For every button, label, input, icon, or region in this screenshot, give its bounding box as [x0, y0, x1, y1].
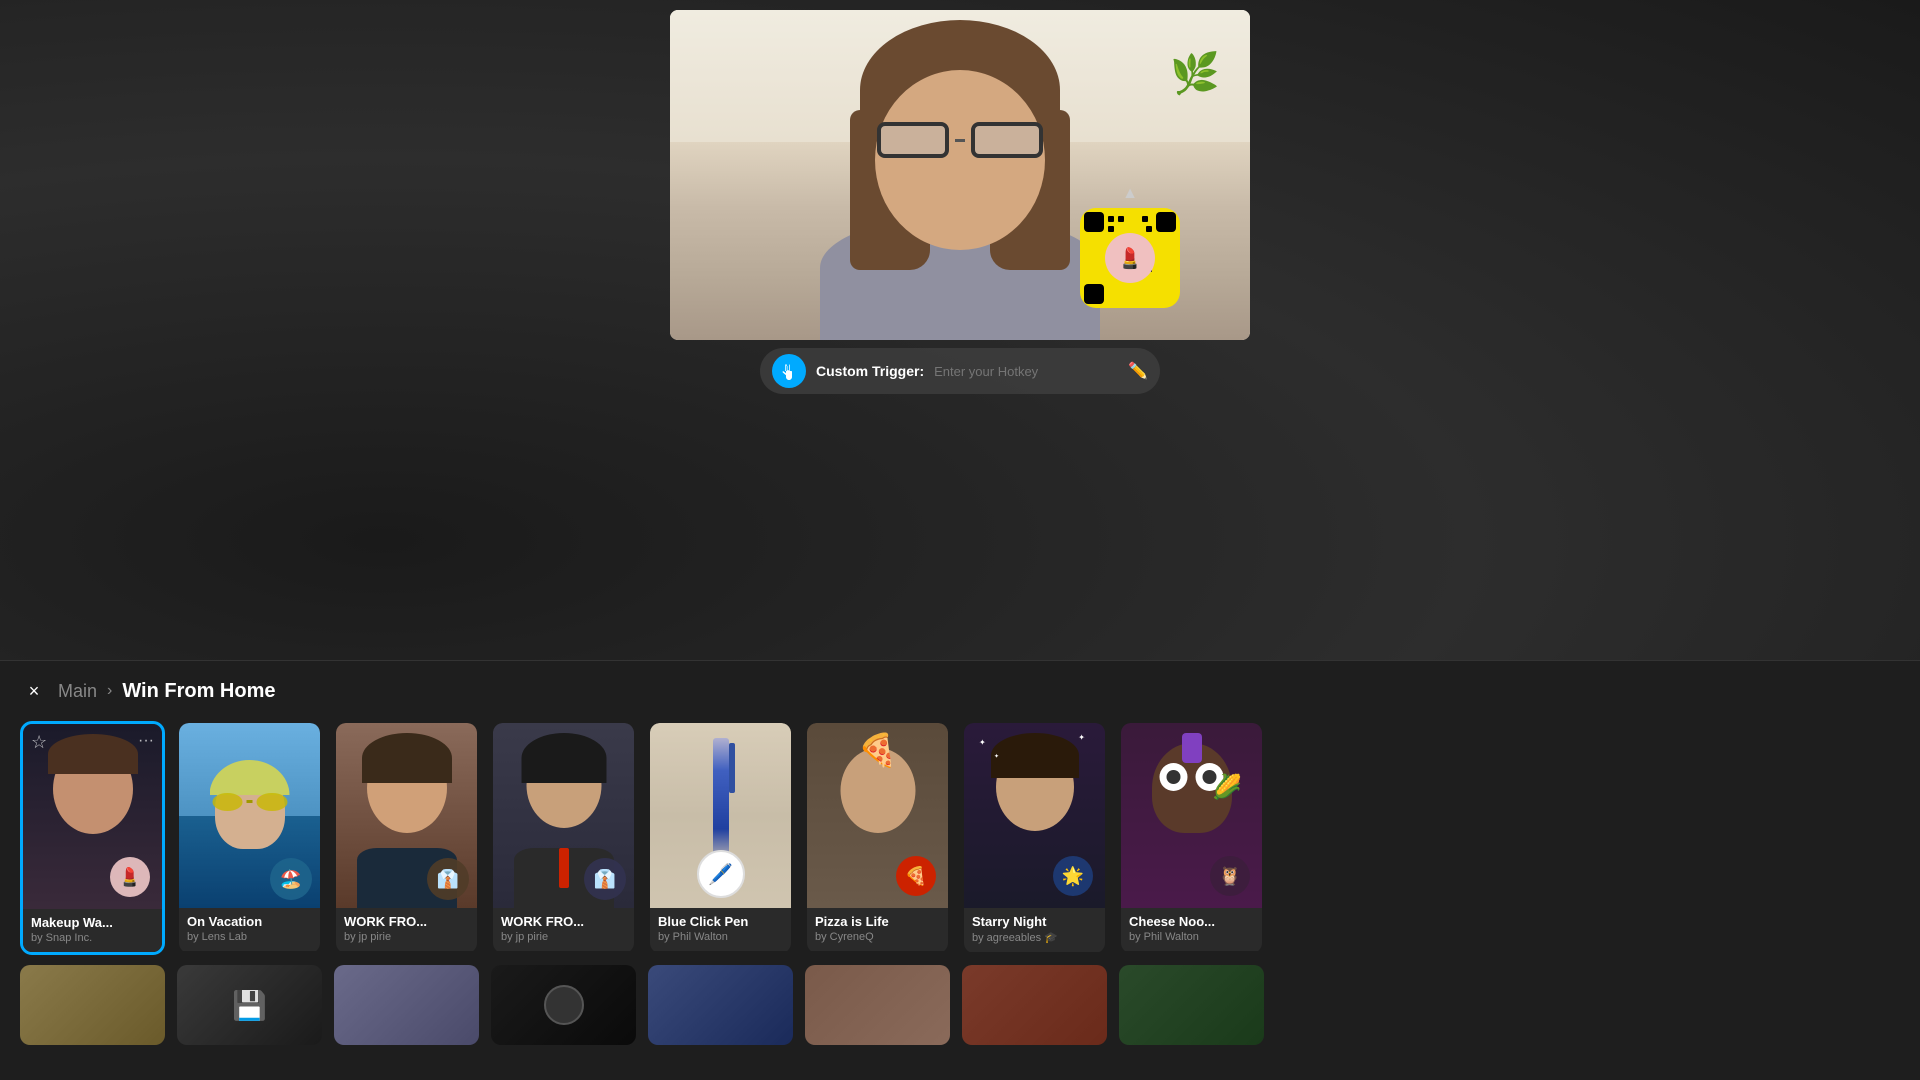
- breadcrumb-arrow-icon: ›: [107, 682, 112, 700]
- lens-author-vacation: by Lens Lab: [187, 931, 312, 943]
- lens-thumb-cheese: 🌽 🦉: [1121, 723, 1262, 908]
- lens-author-starry: by agreeables 🎓: [972, 931, 1097, 944]
- lens-thumb-work2: 👔: [493, 723, 634, 908]
- lens-info-pizza: Pizza is Life by CyreneQ: [807, 908, 948, 951]
- lens-thumb-pizza: 🍕 🍕: [807, 723, 948, 908]
- lens-card-pen[interactable]: 🖊️ Blue Click Pen by Phil Walton: [648, 721, 793, 955]
- lens-info-pen: Blue Click Pen by Phil Walton: [650, 908, 791, 951]
- lens-card-work2[interactable]: 👔 WORK FRO... by jp pirie: [491, 721, 636, 955]
- lens-info-cheese: Cheese Noo... by Phil Walton: [1121, 908, 1262, 951]
- starry-icon: 🌟: [1053, 856, 1093, 896]
- lens-thumb-vacation: 🏖️: [179, 723, 320, 908]
- lens-thumb-makeup: 💄 ☆ ···: [23, 724, 162, 909]
- lens-name-work1: WORK FRO...: [344, 914, 469, 929]
- close-button[interactable]: ×: [20, 677, 48, 705]
- lens-info-vacation: On Vacation by Lens Lab: [179, 908, 320, 951]
- lens-author-work1: by jp pirie: [344, 931, 469, 943]
- lens-name-work2: WORK FRO...: [501, 914, 626, 929]
- lens-info-work1: WORK FRO... by jp pirie: [336, 908, 477, 951]
- owl-icon: 🦉: [1210, 856, 1250, 896]
- lens-author-pizza: by CyreneQ: [815, 931, 940, 943]
- snapcode[interactable]: 💄: [1080, 208, 1180, 308]
- lens-author-cheese: by Phil Walton: [1129, 931, 1254, 943]
- lens-card-row2-1[interactable]: [20, 965, 165, 1045]
- lens-thumb-work1: 👔: [336, 723, 477, 908]
- lens-card-row2-7[interactable]: [962, 965, 1107, 1045]
- lens-grid-row1: 💄 ☆ ··· Makeup Wa... by Snap Inc.: [20, 721, 1900, 955]
- lens-name: Makeup Wa...: [31, 915, 154, 930]
- lipstick-overlay-icon: 💄: [110, 857, 150, 897]
- hand-icon: [780, 362, 798, 380]
- lens-card-cheese[interactable]: 🌽 🦉 Cheese Noo... by Phil Walton: [1119, 721, 1264, 955]
- breadcrumb-main[interactable]: Main: [58, 681, 97, 702]
- lens-card-row2-3[interactable]: [334, 965, 479, 1045]
- star-icon[interactable]: ☆: [31, 732, 47, 753]
- snapcode-container[interactable]: ▲ 💄: [1075, 185, 1185, 325]
- lens-name-pizza: Pizza is Life: [815, 914, 940, 929]
- lens-thumb-pen: 🖊️: [650, 723, 791, 908]
- lens-card-starry[interactable]: ✦ ✦ ✦ 🌟 Starry Night by agreeables 🎓: [962, 721, 1107, 955]
- lens-author-pen: by Phil Walton: [658, 931, 783, 943]
- lens-thumb-starry: ✦ ✦ ✦ 🌟: [964, 723, 1105, 908]
- lens-info-makeup: Makeup Wa... by Snap Inc.: [23, 909, 162, 952]
- breadcrumb: × Main › Win From Home: [20, 677, 1900, 705]
- edit-icon[interactable]: ✏️: [1128, 361, 1148, 381]
- lens-card-row2-4[interactable]: [491, 965, 636, 1045]
- lens-card-row2-8[interactable]: [1119, 965, 1264, 1045]
- lens-grid-row2: 💾: [20, 965, 1900, 1045]
- trigger-hotkey-input[interactable]: [934, 364, 1118, 379]
- lens-info-work2: WORK FRO... by jp pirie: [493, 908, 634, 951]
- snapcode-arrow-icon: ▲: [1122, 185, 1138, 203]
- lens-card-pizza[interactable]: 🍕 🍕 Pizza is Life by CyreneQ: [805, 721, 950, 955]
- lens-card-vacation[interactable]: 🏖️ On Vacation by Lens Lab: [177, 721, 322, 955]
- lens-name-vacation: On Vacation: [187, 914, 312, 929]
- lens-author: by Snap Inc.: [31, 932, 154, 944]
- pizza-icon: 🍕: [896, 856, 936, 896]
- lens-card-work1[interactable]: 👔 WORK FRO... by jp pirie: [334, 721, 479, 955]
- lens-name-starry: Starry Night: [972, 914, 1097, 929]
- lens-name-pen: Blue Click Pen: [658, 914, 783, 929]
- lens-name-cheese: Cheese Noo...: [1129, 914, 1254, 929]
- lens-card-row2-5[interactable]: [648, 965, 793, 1045]
- breadcrumb-current: Win From Home: [122, 680, 275, 703]
- lens-card-row2-6[interactable]: [805, 965, 950, 1045]
- bottom-panel: × Main › Win From Home 💄 ☆ ··· Makeup Wa…: [0, 660, 1920, 1080]
- lens-info-starry: Starry Night by agreeables 🎓: [964, 908, 1105, 952]
- lens-author-work2: by jp pirie: [501, 931, 626, 943]
- trigger-icon[interactable]: [772, 354, 806, 388]
- lens-card-makeup[interactable]: 💄 ☆ ··· Makeup Wa... by Snap Inc.: [20, 721, 165, 955]
- lens-card-row2-2[interactable]: 💾: [177, 965, 322, 1045]
- more-icon[interactable]: ···: [138, 732, 154, 750]
- trigger-label: Custom Trigger:: [816, 363, 924, 379]
- custom-trigger-bar: Custom Trigger: ✏️: [760, 348, 1160, 394]
